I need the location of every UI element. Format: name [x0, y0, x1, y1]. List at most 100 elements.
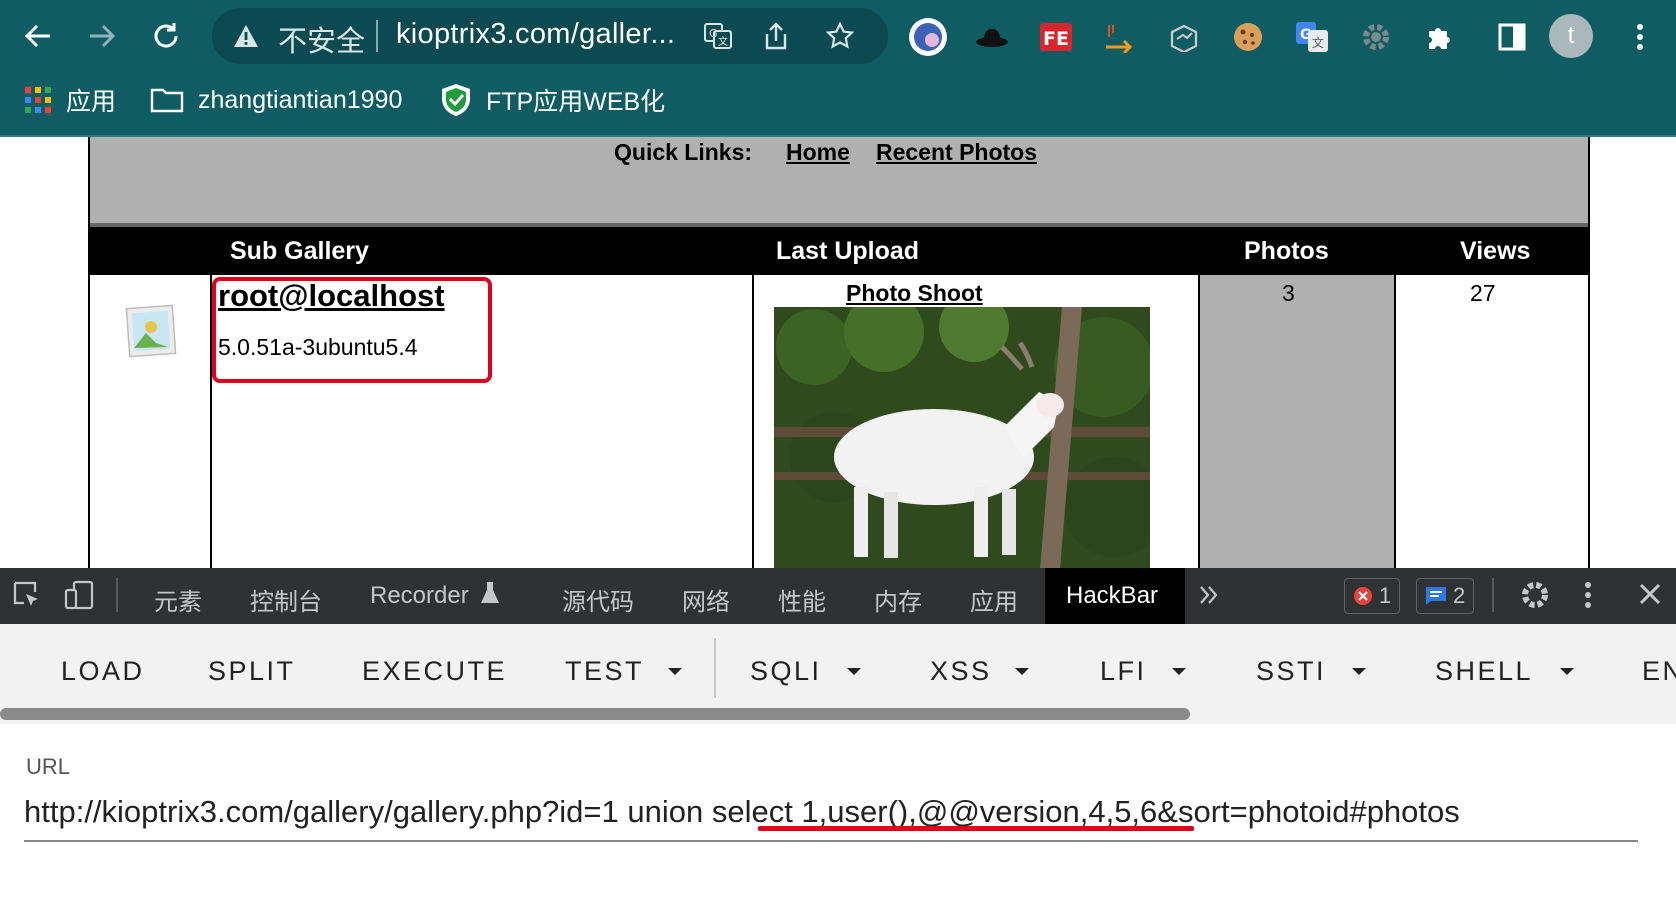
- bookmark-folder[interactable]: zhangtiantian1990: [150, 82, 402, 118]
- tab-network[interactable]: 网络: [682, 582, 730, 617]
- svg-text:FE: FE: [1043, 28, 1069, 50]
- close-devtools-icon[interactable]: [1638, 582, 1662, 611]
- fe-extension-icon[interactable]: FE: [1036, 18, 1076, 56]
- test-button[interactable]: TEST: [565, 656, 644, 687]
- sqli-dropdown-caret[interactable]: [847, 668, 861, 675]
- puzzle-icon[interactable]: [1420, 18, 1460, 56]
- address-bar[interactable]: 不安全 kioptrix3.com/galler... G文: [212, 8, 888, 64]
- cell-divider: [1198, 275, 1200, 569]
- tab-application[interactable]: 应用: [970, 582, 1018, 617]
- inspect-element-icon[interactable]: [12, 580, 42, 615]
- device-toolbar-icon[interactable]: [64, 580, 96, 615]
- tab-performance[interactable]: 性能: [778, 582, 826, 617]
- toolbar-scrollbar[interactable]: [0, 708, 1190, 720]
- table-header: Sub Gallery Last Upload Photos Views: [90, 223, 1588, 279]
- sqli-button[interactable]: SQLI: [750, 656, 822, 687]
- gear-extension-icon[interactable]: [1356, 18, 1396, 56]
- message-badge[interactable]: 2: [1416, 578, 1475, 614]
- shell-dropdown-caret[interactable]: [1560, 668, 1574, 675]
- tab-sources[interactable]: 源代码: [562, 582, 634, 617]
- url-field-label: URL: [26, 754, 71, 779]
- google-translate-icon[interactable]: G文: [1292, 18, 1332, 56]
- lfi-dropdown-caret[interactable]: [1172, 668, 1186, 675]
- forward-icon[interactable]: [80, 14, 124, 58]
- message-icon: [1425, 586, 1447, 606]
- bookmark-star-icon[interactable]: [824, 20, 856, 52]
- db-version-text: 5.0.51a-3ubuntu5.4: [218, 334, 418, 360]
- quick-links-bar: Quick Links: Home Recent Photos: [90, 137, 1588, 223]
- header-views: Views: [1460, 237, 1531, 265]
- header-photos: Photos: [1244, 237, 1329, 265]
- reload-icon[interactable]: [144, 14, 188, 58]
- hat-extension-icon[interactable]: [972, 18, 1012, 56]
- header-last-upload: Last Upload: [776, 237, 920, 265]
- tab-divider: [1492, 578, 1494, 612]
- kebab-menu-icon[interactable]: [1620, 18, 1660, 56]
- folder-icon: [150, 87, 184, 113]
- tab-recorder[interactable]: Recorder: [370, 582, 469, 610]
- tab-divider: [116, 578, 118, 612]
- tab-elements[interactable]: 元素: [154, 582, 202, 617]
- browser-toolbar: 不安全 kioptrix3.com/galler... G文 FE G文 t 应…: [0, 0, 1676, 136]
- svg-text:G: G: [709, 27, 718, 40]
- lfi-button[interactable]: LFI: [1100, 656, 1147, 687]
- split-button[interactable]: SPLIT: [208, 656, 296, 687]
- bookmark-label: zhangtiantian1990: [198, 85, 403, 114]
- photo-title-link[interactable]: Photo Shoot: [846, 280, 983, 307]
- home-link[interactable]: Home: [786, 139, 850, 166]
- tab-memory[interactable]: 内存: [874, 582, 922, 617]
- execute-button[interactable]: EXECUTE: [362, 656, 507, 687]
- back-icon[interactable]: [16, 14, 60, 58]
- encode-button[interactable]: EN: [1642, 656, 1676, 687]
- photos-cell: [1200, 275, 1394, 569]
- message-count: 2: [1453, 583, 1466, 608]
- xss-dropdown-caret[interactable]: [1015, 668, 1029, 675]
- tab-hackbar-label: HackBar: [1066, 582, 1159, 609]
- bookmark-apps[interactable]: 应用: [24, 82, 116, 118]
- profile-avatar[interactable]: t: [1549, 14, 1593, 58]
- devtools-menu-icon[interactable]: [1584, 580, 1592, 615]
- share-icon[interactable]: [760, 20, 792, 52]
- photos-count: 3: [1282, 280, 1295, 306]
- red-underline-annotation: [758, 826, 1194, 831]
- quick-links-label: Quick Links:: [614, 139, 753, 165]
- test-dropdown-caret[interactable]: [668, 668, 682, 675]
- flask-icon: [480, 580, 500, 611]
- error-icon: [1353, 586, 1373, 606]
- cell-divider: [1394, 275, 1396, 569]
- bookmark-ftp[interactable]: FTP应用WEB化: [440, 82, 665, 118]
- globe-extension-icon[interactable]: [908, 18, 948, 56]
- cookie-extension-icon[interactable]: [1228, 18, 1268, 56]
- warning-icon: [232, 23, 260, 54]
- goat-photo[interactable]: [774, 292, 1164, 569]
- url-text[interactable]: kioptrix3.com/galler...: [396, 18, 675, 51]
- settings-gear-icon[interactable]: [1520, 580, 1550, 615]
- toolbar-divider: [714, 638, 716, 698]
- views-count: 27: [1470, 280, 1496, 306]
- arrow-extension-icon[interactable]: [1100, 18, 1140, 56]
- tab-console[interactable]: 控制台: [250, 582, 322, 617]
- sidepanel-icon[interactable]: [1492, 18, 1532, 56]
- url-input[interactable]: [24, 784, 1638, 842]
- user-link[interactable]: root@localhost: [218, 278, 445, 314]
- more-tabs-icon[interactable]: [1198, 584, 1220, 611]
- recent-photos-link[interactable]: Recent Photos: [876, 139, 1037, 166]
- load-button[interactable]: LOAD: [61, 656, 145, 687]
- bookmark-label: 应用: [66, 88, 117, 116]
- error-count: 1: [1379, 583, 1392, 608]
- ssti-button[interactable]: SSTI: [1256, 656, 1326, 687]
- ssti-dropdown-caret[interactable]: [1352, 668, 1366, 675]
- shell-button[interactable]: SHELL: [1435, 656, 1533, 687]
- gallery-thumbnail-icon[interactable]: [124, 303, 178, 364]
- box-extension-icon[interactable]: [1164, 18, 1204, 56]
- omnibox-divider: [376, 20, 378, 52]
- cell-divider: [752, 275, 754, 569]
- shield-bookmark-icon: [440, 83, 472, 117]
- insecure-label: 不安全: [278, 26, 366, 58]
- header-sub-gallery: Sub Gallery: [230, 237, 369, 265]
- svg-text:文: 文: [1312, 35, 1324, 50]
- xss-button[interactable]: XSS: [930, 656, 992, 687]
- tab-hackbar[interactable]: HackBar: [1045, 568, 1185, 624]
- error-badge[interactable]: 1: [1344, 578, 1401, 614]
- bookmark-label: FTP应用WEB化: [486, 88, 666, 116]
